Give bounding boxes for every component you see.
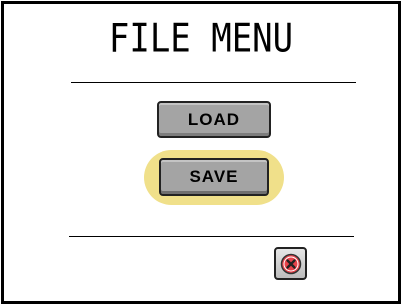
save-button[interactable]: SAVE <box>159 158 269 196</box>
top-divider <box>71 82 356 83</box>
close-button[interactable] <box>274 247 307 280</box>
file-menu-panel: FILE MENU LOAD SAVE <box>1 1 401 304</box>
bottom-divider <box>69 236 354 237</box>
load-button-label: LOAD <box>187 109 241 129</box>
load-button[interactable]: LOAD <box>157 101 271 138</box>
menu-title: FILE MENU <box>108 16 294 62</box>
close-icon <box>280 253 301 274</box>
save-button-label: SAVE <box>189 167 239 186</box>
